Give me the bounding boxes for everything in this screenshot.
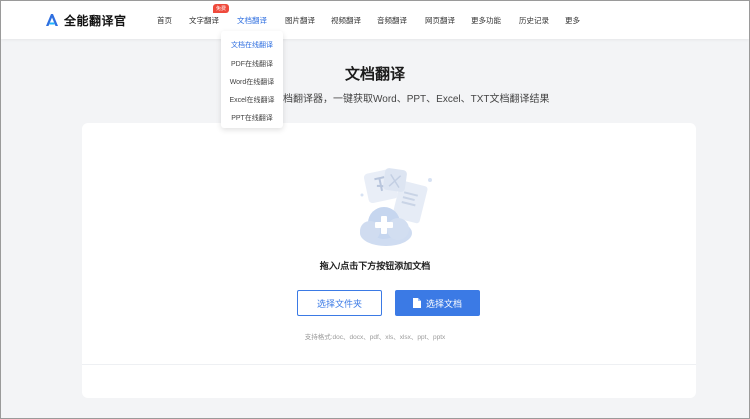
select-folder-button[interactable]: 选择文件夹: [297, 290, 382, 316]
card-divider: [82, 364, 696, 365]
logo[interactable]: 全能翻译官: [45, 12, 127, 28]
select-document-label: 选择文档: [425, 298, 462, 309]
dropdown-item-excel-online[interactable]: Excel在线翻译: [221, 95, 283, 105]
nav-item-web-translate[interactable]: 网页翻译: [425, 15, 455, 26]
dropdown-item-ppt-online[interactable]: PPT在线翻译: [221, 113, 283, 123]
nav-item-history[interactable]: 历史记录: [519, 15, 549, 26]
supported-formats: 支持格式:doc、docx、pdf、xls、xlsx、ppt、pptx: [304, 334, 446, 341]
nav-item-audio-translate[interactable]: 音频翻译: [377, 15, 407, 26]
logo-icon: [46, 14, 58, 26]
nav-item-image-translate[interactable]: 图片翻译: [285, 15, 315, 26]
file-icon: [412, 298, 421, 308]
drop-hint: 拖入/点击下方按钮添加文档: [319, 261, 431, 271]
nav-item-video-translate[interactable]: 视频翻译: [331, 15, 361, 26]
page-subtitle: 档翻译器，一键获取Word、PPT、Excel、TXT文档翻译结果: [283, 94, 550, 105]
select-document-button[interactable]: 选择文档: [395, 290, 480, 316]
nav-item-label: 文字翻译: [189, 16, 219, 25]
nav-item-more[interactable]: 更多: [565, 15, 580, 26]
nav-item-doc-translate[interactable]: 文档翻译: [237, 15, 267, 26]
dropdown-item-doc-online[interactable]: 文档在线翻译: [221, 40, 283, 50]
cloud-upload-icon[interactable]: [348, 165, 438, 250]
nav-item-text-translate[interactable]: 文字翻译 免费: [189, 4, 230, 26]
page-title: 文档翻译: [344, 66, 405, 83]
app-name: 全能翻译官: [64, 13, 127, 28]
free-badge: 免费: [213, 4, 230, 13]
dropdown-item-word-online[interactable]: Word在线翻译: [221, 77, 283, 87]
nav-item-home[interactable]: 首页: [157, 15, 172, 26]
doc-translate-dropdown: 文档在线翻译 PDF在线翻译 Word在线翻译 Excel在线翻译 PPT在线翻…: [221, 31, 283, 128]
dropdown-item-pdf-online[interactable]: PDF在线翻译: [221, 59, 283, 69]
nav-item-more-features[interactable]: 更多功能: [471, 15, 501, 26]
top-header: 全能翻译官 首页 文字翻译 免费 文档翻译 图片翻译 视频翻译 音频翻译 网页翻…: [1, 1, 749, 39]
